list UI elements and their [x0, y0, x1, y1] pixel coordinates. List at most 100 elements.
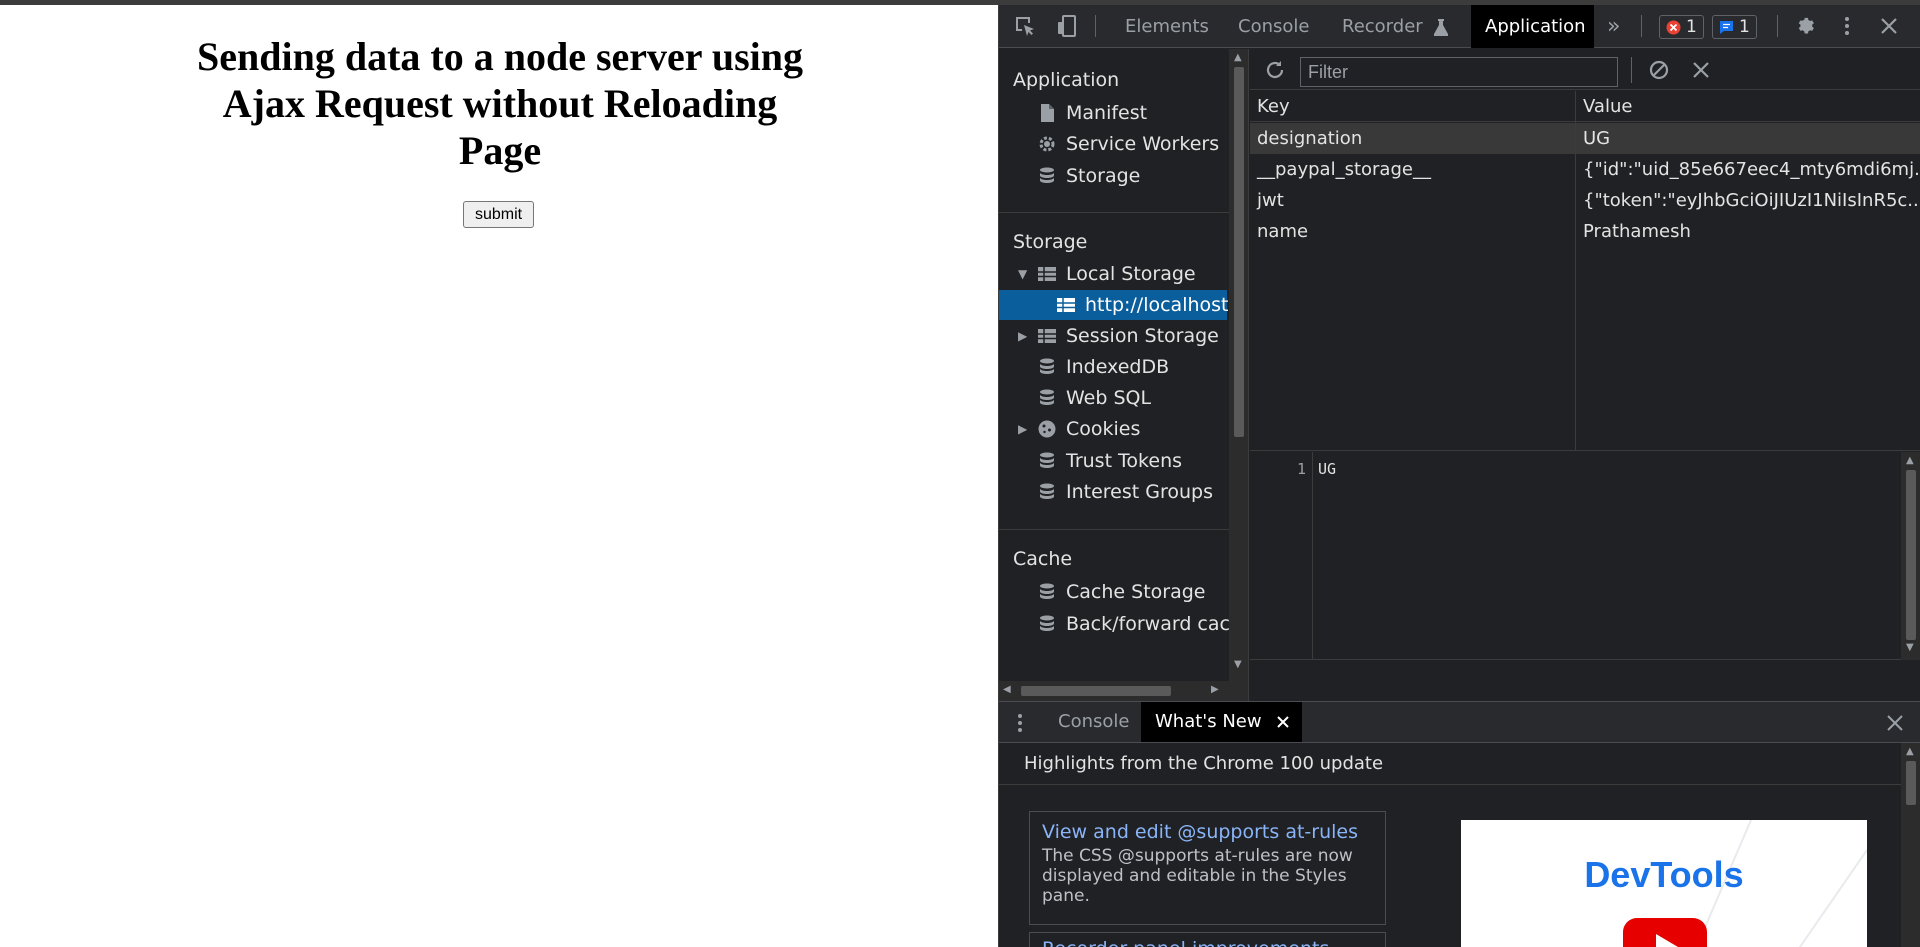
bottom-drawer: Console What's New Highlights from the C…	[999, 701, 1920, 947]
table-row[interactable]: __paypal_storage__ {"id":"uid_85e667eec4…	[1250, 154, 1920, 185]
triangle-right-icon[interactable]: ▶	[1018, 414, 1032, 444]
sidebar-vertical-scrollbar[interactable]: ▲ ▼	[1229, 49, 1248, 701]
delete-selected-icon[interactable]	[1691, 60, 1711, 80]
scrollbar-thumb[interactable]	[1234, 67, 1244, 437]
triangle-right-icon[interactable]: ▶	[1018, 321, 1032, 351]
scrollbar-thumb[interactable]	[1906, 761, 1916, 805]
scroll-right-icon[interactable]: ▶	[1211, 684, 1219, 695]
gear-icon	[1039, 136, 1055, 152]
whats-new-header: Highlights from the Chrome 100 update	[999, 743, 1901, 785]
database-icon	[1040, 452, 1054, 468]
sidebar-item-label: Cache Storage	[1066, 581, 1206, 603]
table-cell-key: name	[1257, 221, 1309, 242]
tab-console[interactable]: Console	[1224, 5, 1323, 48]
sidebar-horizontal-scrollbar[interactable]: ◀ ▶	[999, 681, 1229, 701]
sidebar-section-cache: Cache	[1013, 548, 1073, 570]
drawer-menu-icon[interactable]	[1015, 712, 1025, 734]
value-preview-editor[interactable]: 1 UG ▲ ▼	[1250, 452, 1920, 660]
toolbar-separator	[1095, 15, 1096, 37]
table-cell-key: __paypal_storage__	[1257, 159, 1431, 180]
toolbar-separator	[1777, 15, 1778, 37]
sidebar-item-localhost[interactable]: http://localhost:3	[999, 290, 1247, 320]
submit-button[interactable]: submit	[463, 201, 534, 228]
inspect-element-icon[interactable]	[1013, 14, 1037, 38]
table-icon	[1038, 267, 1056, 281]
more-tabs-chevron-icon[interactable]: »	[1601, 5, 1626, 48]
scroll-up-icon[interactable]: ▲	[1906, 455, 1914, 466]
sidebar-item-label: Storage	[1066, 165, 1141, 187]
table-cell-value: {"id":"uid_85e667eec4_mty6mdi6mj...	[1583, 159, 1920, 180]
refresh-icon[interactable]	[1263, 58, 1287, 82]
close-devtools-icon[interactable]	[1877, 14, 1901, 38]
scrollbar-thumb[interactable]	[1021, 686, 1171, 696]
sidebar-item-label: Local Storage	[1066, 263, 1196, 285]
table-cell-value: {"token":"eyJhbGciOiJIUzI1NiIsInR5c...	[1583, 190, 1920, 211]
devtools-toolbar: Elements Console Recorder Application » …	[999, 5, 1920, 48]
toolbar-separator	[1631, 57, 1632, 83]
drawer-tab-console[interactable]: Console	[1044, 702, 1143, 742]
clear-all-icon[interactable]	[1648, 59, 1670, 81]
drawer-tab-whats-new[interactable]: What's New	[1141, 702, 1302, 742]
error-count-badge[interactable]: 1	[1659, 15, 1704, 39]
table-cell-key: designation	[1257, 128, 1363, 149]
database-icon	[1040, 167, 1054, 183]
feature-card-title[interactable]: View and edit @supports at-rules	[1042, 820, 1373, 844]
close-tab-icon[interactable]	[1276, 715, 1290, 729]
triangle-down-icon[interactable]: ▼	[1018, 259, 1032, 289]
table-cell-value: Prathamesh	[1583, 221, 1691, 242]
gear-icon[interactable]	[1794, 14, 1818, 38]
more-options-icon[interactable]	[1835, 14, 1859, 38]
error-count: 1	[1686, 17, 1697, 37]
database-icon	[1040, 583, 1054, 599]
table-icon	[1057, 298, 1075, 312]
line-number-gutter: 1	[1250, 452, 1313, 660]
sidebar-divider	[999, 529, 1231, 530]
close-drawer-icon[interactable]	[1886, 714, 1904, 732]
scroll-up-icon[interactable]: ▲	[1234, 52, 1242, 63]
preview-line-text: UG	[1318, 460, 1337, 478]
sidebar-section-storage: Storage	[1013, 231, 1088, 253]
youtube-play-icon[interactable]	[1623, 918, 1707, 947]
local-storage-view: Key Value designation UG __paypal_storag…	[1250, 49, 1920, 701]
database-icon	[1040, 358, 1054, 374]
whats-new-feature-card[interactable]: Recorder panel improvements	[1029, 932, 1386, 947]
database-icon	[1040, 615, 1054, 631]
feature-card-description: The CSS @supports at-rules are now displ…	[1042, 846, 1353, 906]
devtools-panel: Elements Console Recorder Application » …	[998, 5, 1920, 947]
scroll-up-icon[interactable]: ▲	[1906, 746, 1914, 757]
sidebar-item-label: Manifest	[1066, 102, 1148, 124]
column-header-key[interactable]: Key	[1250, 91, 1575, 122]
table-cell-key: jwt	[1257, 190, 1284, 211]
sidebar-item-label: Back/forward cache	[1066, 613, 1249, 635]
feature-card-title[interactable]: Recorder panel improvements	[1042, 937, 1373, 947]
sidebar-item-label: Session Storage	[1066, 325, 1219, 347]
table-row[interactable]: designation UG	[1250, 123, 1920, 154]
scroll-down-icon[interactable]: ▼	[1234, 659, 1242, 670]
table-icon	[1038, 329, 1056, 343]
line-number: 1	[1296, 460, 1306, 478]
drawer-scrollbar[interactable]: ▲	[1901, 743, 1920, 947]
application-sidebar: Application Manifest Service Workers Sto…	[999, 49, 1249, 701]
scroll-left-icon[interactable]: ◀	[1003, 684, 1011, 695]
table-row[interactable]: name Prathamesh	[1250, 216, 1920, 247]
sidebar-item-label: Trust Tokens	[1066, 450, 1183, 472]
scroll-down-icon[interactable]: ▼	[1906, 642, 1914, 653]
preview-scrollbar[interactable]: ▲ ▼	[1901, 452, 1920, 660]
key-value-table: Key Value designation UG __paypal_storag…	[1250, 91, 1920, 451]
sidebar-item-label: IndexedDB	[1066, 356, 1170, 378]
filter-input[interactable]	[1300, 57, 1618, 87]
tab-elements[interactable]: Elements	[1111, 5, 1223, 48]
table-row[interactable]: jwt {"token":"eyJhbGciOiJIUzI1NiIsInR5c.…	[1250, 185, 1920, 216]
scrollbar-thumb[interactable]	[1906, 470, 1916, 640]
column-header-value[interactable]: Value	[1576, 91, 1920, 122]
device-toolbar-icon[interactable]	[1055, 14, 1079, 38]
column-divider[interactable]	[1575, 91, 1576, 451]
whats-new-video-thumbnail[interactable]: DevTools	[1461, 820, 1867, 947]
tab-recorder[interactable]: Recorder	[1328, 5, 1463, 48]
flask-icon	[1433, 19, 1448, 36]
toolbar-separator	[1641, 15, 1642, 37]
message-count-badge[interactable]: 1	[1712, 15, 1757, 39]
tab-application[interactable]: Application	[1471, 5, 1594, 48]
whats-new-feature-card[interactable]: View and edit @supports at-rules The CSS…	[1029, 811, 1386, 925]
page-heading: Sending data to a node server using Ajax…	[196, 34, 803, 173]
